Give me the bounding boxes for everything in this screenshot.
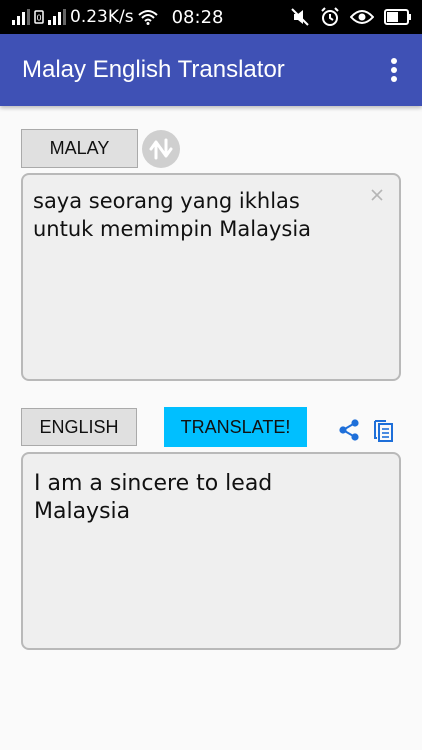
alarm-icon — [320, 7, 340, 27]
wifi-icon — [137, 9, 158, 25]
swap-vertical-icon — [142, 130, 180, 168]
mute-icon — [290, 8, 310, 26]
close-icon[interactable] — [369, 187, 385, 203]
swap-languages-button[interactable] — [142, 130, 180, 168]
app-bar: Malay English Translator — [0, 34, 422, 106]
status-left-group: 0 0.23K/s 08:28 — [12, 0, 223, 34]
translate-button[interactable]: TRANSLATE! — [164, 407, 307, 447]
signal-icon — [48, 9, 66, 25]
source-text-input[interactable]: saya seorang yang ikhlas untuk memimpin … — [21, 173, 401, 381]
source-text[interactable]: saya seorang yang ikhlas untuk memimpin … — [33, 187, 369, 243]
copy-icon[interactable] — [372, 417, 394, 443]
clock-time: 08:28 — [171, 6, 224, 28]
status-right-group — [290, 0, 412, 34]
more-vert-icon[interactable] — [382, 56, 406, 84]
eye-icon — [350, 9, 374, 25]
source-language-button[interactable]: MALAY — [21, 129, 138, 168]
sim-icon: 0 — [34, 10, 44, 24]
network-speed: 0.23K/s — [70, 7, 134, 27]
battery-icon — [384, 9, 412, 25]
target-language-button[interactable]: ENGLISH — [21, 408, 137, 446]
signal-icon — [12, 9, 30, 25]
translation-output[interactable]: I am a sincere to lead Malaysia — [21, 452, 401, 650]
app-title: Malay English Translator — [22, 56, 285, 83]
translation-text: I am a sincere to lead Malaysia — [34, 471, 280, 524]
share-icon[interactable] — [338, 418, 360, 442]
svg-text:0: 0 — [36, 14, 41, 23]
status-bar: 0 0.23K/s 08:28 — [0, 0, 422, 34]
